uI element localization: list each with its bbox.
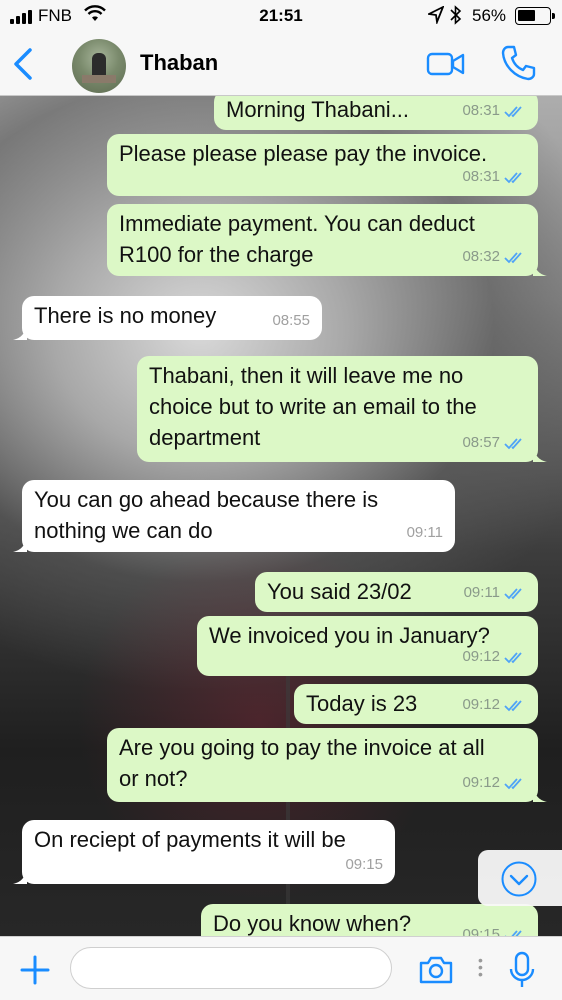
message-timestamp: 08:55 [272, 312, 310, 329]
message-timestamp: 09:15 [462, 926, 500, 936]
message-timestamp: 08:31 [462, 102, 500, 119]
contact-name[interactable]: Thaban [140, 50, 218, 76]
outgoing-message-bubble[interactable]: Immediate payment. You can deduct R100 f… [107, 204, 547, 276]
bubble-tail [533, 260, 547, 276]
battery-percentage: 56% [472, 6, 507, 25]
bubble-tail [13, 868, 27, 884]
outgoing-message-bubble[interactable]: Please please please pay the invoice. 08:… [107, 134, 538, 196]
read-receipt-ticks-icon [504, 251, 522, 263]
message-timestamp: 08:31 [462, 168, 500, 185]
message-meta: 09:11 [407, 517, 443, 548]
read-receipt-ticks-icon [504, 777, 522, 789]
message-meta: 08:32 [462, 241, 526, 272]
outgoing-message-bubble[interactable]: Today is 23 09:12 [294, 684, 538, 724]
read-receipt-ticks-icon [504, 105, 522, 117]
microphone-icon[interactable] [508, 951, 536, 994]
message-list[interactable]: Morning Thabani... 08:31 Please please ple… [0, 96, 562, 936]
outgoing-message-bubble[interactable]: Morning Thabani... 08:31 [214, 96, 538, 130]
message-meta: 09:15 [462, 919, 526, 936]
message-timestamp: 09:11 [406, 524, 443, 541]
message-meta: 08:55 [272, 305, 310, 336]
read-receipt-ticks-icon [504, 651, 522, 663]
message-meta: 09:11 [464, 577, 526, 608]
message-timestamp: 09:12 [462, 648, 500, 665]
message-meta: 08:31 [462, 161, 526, 192]
outgoing-message-bubble[interactable]: You said 23/02 09:11 [255, 572, 538, 612]
message-text-field[interactable] [70, 947, 392, 989]
read-receipt-ticks-icon [504, 171, 522, 183]
scroll-to-bottom-button[interactable] [478, 850, 562, 906]
bluetooth-icon [450, 5, 462, 30]
bubble-tail [533, 446, 547, 462]
read-receipt-ticks-icon [504, 437, 522, 449]
message-meta: 09:12 [462, 767, 526, 798]
message-timestamp: 09:15 [345, 856, 383, 873]
message-text: On reciept of payments it will be [34, 827, 346, 852]
chevron-down-circle-icon [501, 861, 537, 897]
read-receipt-ticks-icon [504, 699, 522, 711]
bubble-tail [13, 324, 27, 340]
message-meta: 09:15 [345, 849, 383, 880]
message-timestamp: 09:11 [463, 584, 500, 601]
message-timestamp: 09:12 [462, 696, 500, 713]
incoming-message-bubble[interactable]: On reciept of payments it will be 09:15 [13, 820, 395, 884]
message-meta: 08:57 [462, 427, 526, 458]
chevron-left-icon [14, 48, 32, 80]
read-receipt-ticks-icon [504, 929, 522, 936]
status-bar: FNB 21:51 56% [0, 0, 562, 32]
message-meta: 09:12 [462, 641, 526, 672]
back-button[interactable] [10, 44, 38, 84]
outgoing-message-bubble[interactable]: We invoiced you in January? 09:12 [197, 616, 538, 676]
read-receipt-ticks-icon [504, 587, 522, 599]
video-call-icon[interactable] [426, 50, 466, 83]
incoming-message-bubble[interactable]: There is no money 08:55 [13, 296, 322, 340]
message-text: There is no money [34, 303, 217, 328]
camera-icon[interactable] [418, 955, 454, 990]
bubble-tail [533, 786, 547, 802]
chat-header: Thaban [0, 32, 562, 96]
contact-avatar[interactable] [72, 39, 126, 93]
bubble-tail [13, 536, 27, 552]
outgoing-message-bubble[interactable]: Do you know when? 09:15 [201, 904, 538, 936]
message-timestamp: 08:57 [462, 434, 500, 451]
message-text: You can go ahead because there is nothin… [34, 487, 379, 543]
outgoing-message-bubble[interactable]: Thabani, then it will leave me no choice… [137, 356, 547, 462]
voice-call-icon[interactable] [500, 44, 536, 87]
battery-icon [515, 7, 555, 25]
separator-dots: • • • [478, 952, 483, 982]
message-timestamp: 09:12 [462, 774, 500, 791]
message-meta: 08:31 [462, 96, 526, 126]
attach-plus-icon[interactable] [20, 955, 50, 990]
message-timestamp: 08:32 [462, 248, 500, 265]
location-arrow-icon [426, 5, 445, 29]
outgoing-message-bubble[interactable]: Are you going to pay the invoice at all … [107, 728, 547, 802]
incoming-message-bubble[interactable]: You can go ahead because there is nothin… [13, 480, 455, 552]
message-input-bar: • • • [0, 936, 562, 1000]
message-meta: 09:12 [462, 689, 526, 720]
